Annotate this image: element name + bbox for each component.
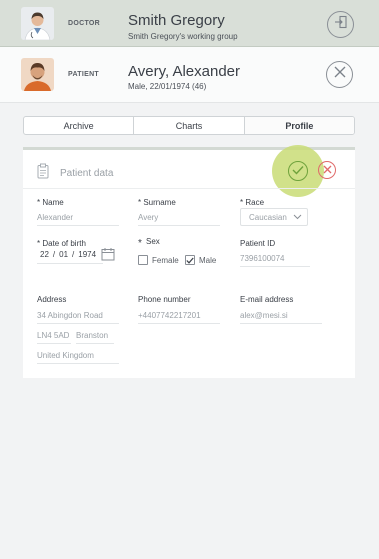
tab-profile[interactable]: Profile bbox=[244, 117, 354, 134]
close-icon bbox=[323, 161, 332, 179]
save-button[interactable] bbox=[288, 161, 308, 181]
dob-label: * Date of birth bbox=[37, 239, 86, 248]
patient-name: Avery, Alexander bbox=[128, 63, 241, 80]
surname-field[interactable]: Avery bbox=[138, 213, 220, 226]
close-icon bbox=[333, 65, 347, 84]
close-patient-button[interactable] bbox=[326, 61, 353, 88]
card-divider bbox=[23, 188, 355, 189]
phone-label: Phone number bbox=[138, 295, 191, 304]
logout-button[interactable] bbox=[327, 11, 354, 38]
male-label: Male bbox=[199, 256, 217, 265]
male-checkbox[interactable] bbox=[185, 255, 195, 265]
address-label: Address bbox=[37, 295, 67, 304]
race-select[interactable]: Caucasian bbox=[240, 208, 308, 226]
sex-label: Sex bbox=[146, 237, 160, 246]
profile-tabs: Archive Charts Profile bbox=[23, 116, 355, 135]
race-label: * Race bbox=[240, 198, 265, 207]
address-city-field[interactable]: Branston bbox=[76, 331, 114, 344]
tab-archive[interactable]: Archive bbox=[24, 117, 135, 134]
clipboard-icon bbox=[37, 163, 49, 184]
dob-separator: / bbox=[72, 250, 75, 259]
patient-id-field[interactable]: 7396100074 bbox=[240, 254, 310, 267]
email-label: E-mail address bbox=[240, 295, 294, 304]
check-icon bbox=[292, 162, 304, 180]
sex-star: * bbox=[138, 238, 142, 249]
tab-charts[interactable]: Charts bbox=[134, 117, 245, 134]
dob-underline bbox=[37, 263, 103, 264]
female-label: Female bbox=[152, 256, 179, 265]
doctor-name: Smith Gregory bbox=[128, 12, 225, 29]
name-label: * Name bbox=[37, 198, 64, 207]
dob-day[interactable]: 22 bbox=[40, 250, 49, 259]
doctor-bar: DOCTOR Smith Gregory Smith Gregory's wor… bbox=[0, 0, 379, 47]
address-line1-field[interactable]: 34 Abingdon Road bbox=[37, 311, 119, 324]
doctor-role-label: DOCTOR bbox=[68, 20, 101, 27]
patient-data-card: Patient data * Name Alexander * Surname … bbox=[23, 145, 355, 378]
email-field[interactable]: alex@mesi.si bbox=[240, 311, 322, 324]
doctor-avatar bbox=[21, 7, 54, 40]
patient-avatar bbox=[21, 58, 54, 91]
dob-year[interactable]: 1974 bbox=[78, 250, 96, 259]
calendar-icon[interactable] bbox=[101, 247, 115, 266]
name-field[interactable]: Alexander bbox=[37, 213, 119, 226]
dob-separator: / bbox=[52, 250, 56, 259]
doctor-group: Smith Gregory's working group bbox=[128, 32, 238, 41]
patient-id-label: Patient ID bbox=[240, 239, 276, 248]
address-postcode-field[interactable]: LN4 5AD bbox=[37, 331, 71, 344]
patient-details: Male, 22/01/1974 (46) bbox=[128, 82, 207, 91]
address-country-field[interactable]: United Kingdom bbox=[37, 351, 119, 364]
phone-field[interactable]: +4407742217201 bbox=[138, 311, 220, 324]
dob-month[interactable]: 01 bbox=[59, 250, 68, 259]
race-value: Caucasian bbox=[249, 212, 287, 222]
card-title: Patient data bbox=[60, 168, 114, 179]
surname-label: * Surname bbox=[138, 198, 176, 207]
logout-icon bbox=[334, 15, 348, 34]
patient-role-label: PATIENT bbox=[68, 71, 100, 78]
patient-bar: PATIENT Avery, Alexander Male, 22/01/197… bbox=[0, 47, 379, 103]
checkmark-icon bbox=[186, 251, 194, 269]
chevron-down-icon bbox=[293, 212, 302, 223]
female-checkbox[interactable] bbox=[138, 255, 148, 265]
cancel-button[interactable] bbox=[318, 161, 336, 179]
